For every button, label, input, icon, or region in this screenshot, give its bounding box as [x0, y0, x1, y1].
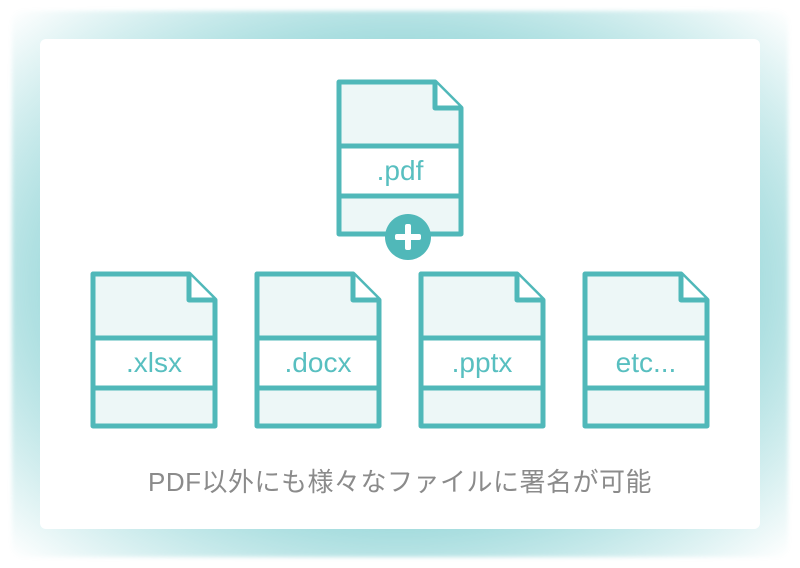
feature-card: .pdf .xlsx .docx: [40, 39, 760, 529]
file-icon-docx: .docx: [253, 270, 383, 430]
plus-icon: [385, 214, 431, 260]
file-icon-pdf: .pdf: [335, 78, 465, 238]
caption-text: PDF以外にも様々なファイルに署名が可能: [148, 462, 652, 499]
file-label-etc: etc...: [616, 347, 677, 378]
top-file-area: .pdf: [335, 78, 465, 238]
file-icon-pptx: .pptx: [417, 270, 547, 430]
file-label-xlsx: .xlsx: [126, 347, 182, 378]
file-label-pptx: .pptx: [452, 347, 513, 378]
file-label-pdf: .pdf: [377, 155, 424, 186]
file-label-docx: .docx: [285, 347, 352, 378]
bottom-file-row: .xlsx .docx .pptx: [89, 270, 711, 430]
card-content: .pdf .xlsx .docx: [60, 59, 740, 509]
file-icon-xlsx: .xlsx: [89, 270, 219, 430]
file-icon-etc: etc...: [581, 270, 711, 430]
